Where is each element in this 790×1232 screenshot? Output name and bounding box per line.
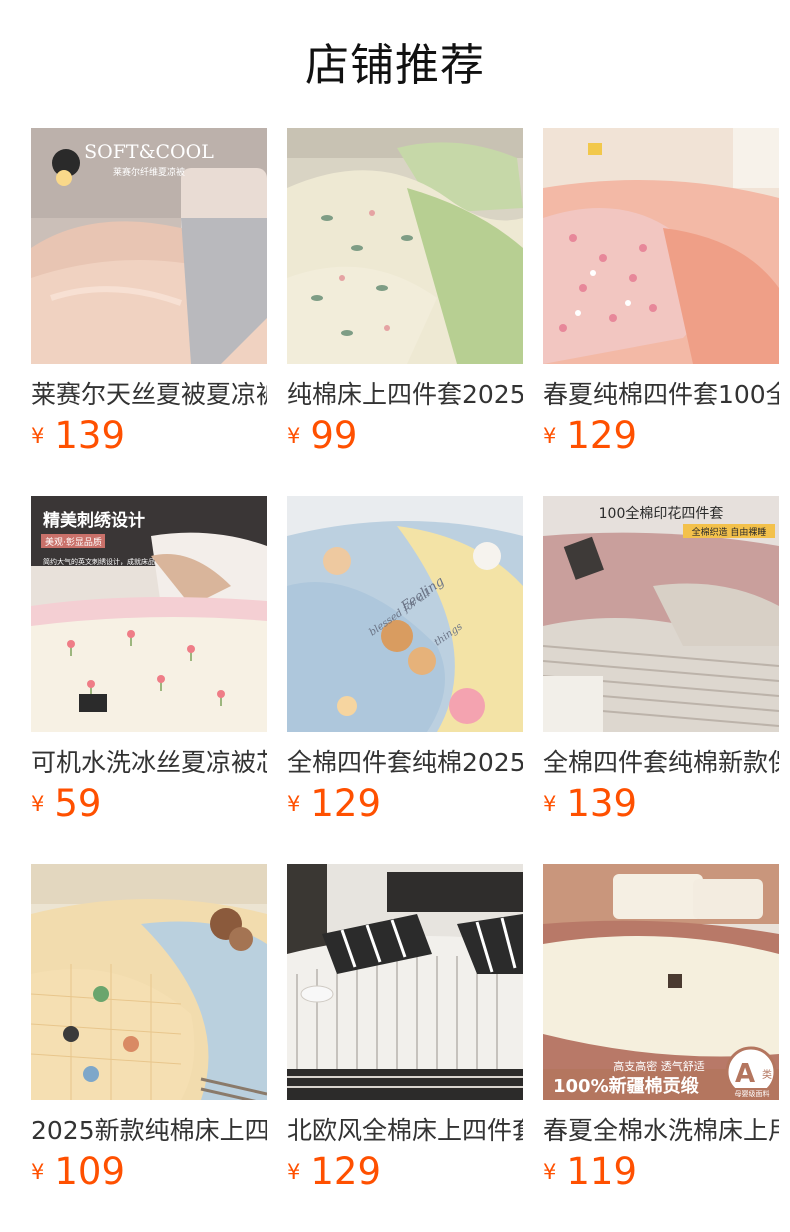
image-caption: 莱赛尔纤维夏凉被 <box>113 166 185 178</box>
image-caption: 100全棉印花四件套 <box>599 505 724 522</box>
image-caption: SOFT&COOL <box>84 141 214 163</box>
product-image[interactable]: 100全棉印花四件套 全棉织造 自由裸睡 <box>543 496 779 732</box>
product-price: ¥139 <box>31 414 125 464</box>
currency-symbol: ¥ <box>543 1159 557 1184</box>
price-amount: 59 <box>54 782 102 825</box>
product-price: ¥99 <box>287 414 357 464</box>
product-name[interactable]: 纯棉床上四件套2025新款 <box>287 378 523 412</box>
product-price: ¥119 <box>543 1150 637 1200</box>
product-image[interactable]: 高支高密 透气舒适 100%新疆棉贡缎 A 类 母婴级面料 <box>543 864 779 1100</box>
product-image[interactable]: 精美刺绣设计 美观·彰显品质 简约大气的英文刺绣设计，成就床品 <box>31 496 267 732</box>
price-amount: 109 <box>54 1150 125 1193</box>
image-caption: 全棉织造 自由裸睡 <box>692 526 767 538</box>
image-caption: A <box>735 1059 755 1089</box>
product-price: ¥139 <box>543 782 637 832</box>
image-caption: 100%新疆棉贡缎 <box>553 1075 700 1097</box>
product-name[interactable]: 全棉四件套纯棉2025新款 <box>287 746 523 780</box>
currency-symbol: ¥ <box>287 423 301 448</box>
price-amount: 129 <box>310 782 381 825</box>
product-image[interactable]: SOFT&COOL 莱赛尔纤维夏凉被 <box>31 128 267 364</box>
price-amount: 129 <box>310 1150 381 1193</box>
product-price: ¥109 <box>31 1150 125 1200</box>
product-name[interactable]: 春夏全棉水洗棉床上用品 <box>543 1114 779 1148</box>
product-name[interactable]: 春夏纯棉四件套100全棉 <box>543 378 779 412</box>
price-amount: 119 <box>566 1150 637 1193</box>
product-name[interactable]: 北欧风全棉床上四件套 <box>287 1114 523 1148</box>
product-image[interactable] <box>31 864 267 1100</box>
price-amount: 139 <box>54 414 125 457</box>
product-name[interactable]: 莱赛尔天丝夏被夏凉被 <box>31 378 267 412</box>
currency-symbol: ¥ <box>31 423 45 448</box>
product-price: ¥129 <box>543 414 637 464</box>
product-name[interactable]: 全棉四件套纯棉新款保暖 <box>543 746 779 780</box>
image-caption: 高支高密 透气舒适 <box>613 1059 705 1073</box>
image-caption: 美观·彰显品质 <box>45 536 102 548</box>
product-name[interactable]: 2025新款纯棉床上四件套 <box>31 1114 267 1148</box>
currency-symbol: ¥ <box>543 423 557 448</box>
image-caption: 简约大气的英文刺绣设计，成就床品 <box>43 557 155 566</box>
currency-symbol: ¥ <box>287 791 301 816</box>
product-price: ¥129 <box>287 1150 381 1200</box>
image-caption: 母婴级面料 <box>735 1089 770 1098</box>
product-price: ¥59 <box>31 782 101 832</box>
product-name[interactable]: 可机水洗冰丝夏凉被芯 <box>31 746 267 780</box>
price-amount: 139 <box>566 782 637 825</box>
product-image[interactable] <box>543 128 779 364</box>
price-amount: 99 <box>310 414 358 457</box>
product-price: ¥129 <box>287 782 381 832</box>
currency-symbol: ¥ <box>543 791 557 816</box>
image-caption: 类 <box>762 1068 772 1081</box>
currency-symbol: ¥ <box>31 1159 45 1184</box>
product-image[interactable] <box>287 864 523 1100</box>
currency-symbol: ¥ <box>31 791 45 816</box>
product-image[interactable] <box>287 128 523 364</box>
price-amount: 129 <box>566 414 637 457</box>
currency-symbol: ¥ <box>287 1159 301 1184</box>
image-caption: 精美刺绣设计 <box>43 510 145 531</box>
section-title: 店铺推荐 <box>305 40 485 91</box>
product-image[interactable]: Feeling blessed for all things <box>287 496 523 732</box>
